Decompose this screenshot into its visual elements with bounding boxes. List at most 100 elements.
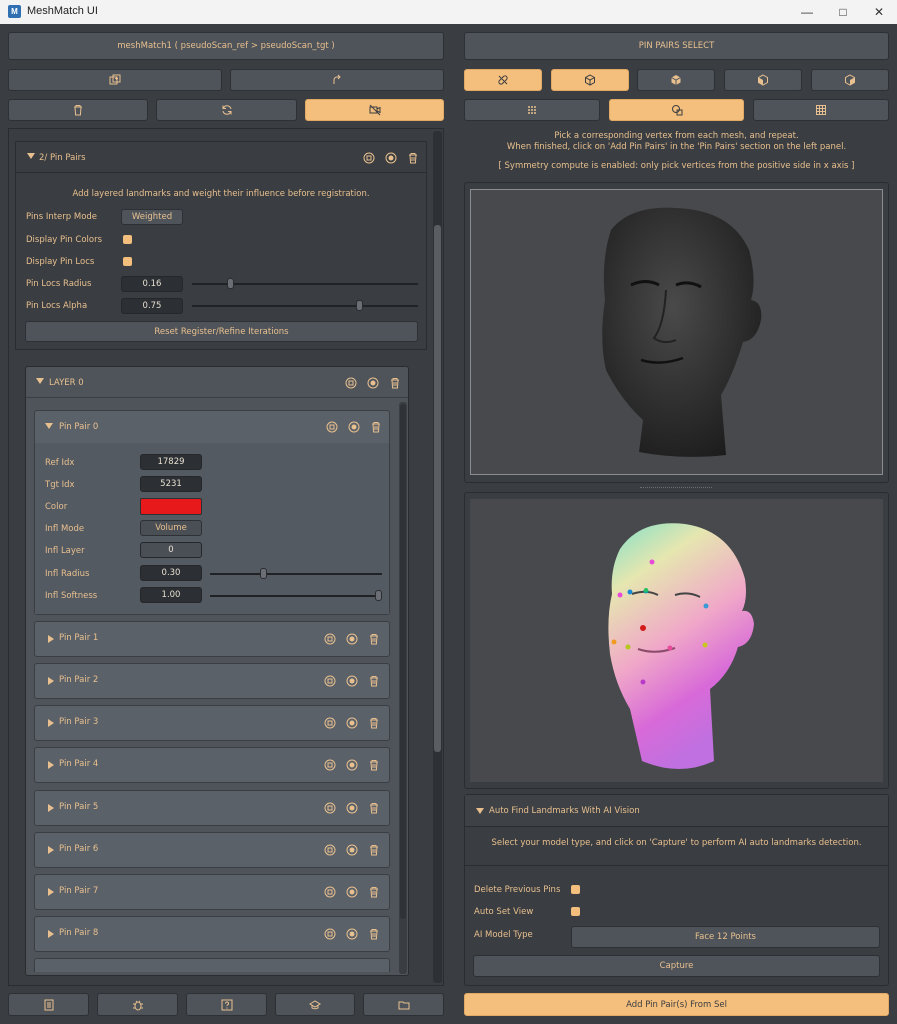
layer-scrollbar-thumb[interactable] — [400, 404, 406, 919]
pin-pair-row[interactable]: Pin Pair 2 — [34, 663, 390, 699]
pin-pair-row[interactable]: Pin Pair 7 — [34, 874, 390, 910]
infl-softness-slider-knob[interactable] — [375, 590, 382, 601]
unlink-button[interactable] — [464, 69, 542, 91]
maximize-button[interactable]: □ — [825, 0, 861, 24]
info-icon[interactable] — [323, 716, 336, 729]
add-pin-pairs-button[interactable]: Add Pin Pair(s) From Sel — [464, 993, 889, 1016]
infl-softness-slider[interactable] — [210, 595, 382, 597]
cube-right-button[interactable] — [811, 69, 889, 91]
target-viewport[interactable] — [470, 499, 883, 782]
table-grid-button[interactable] — [753, 99, 889, 121]
pin-pair-header-icons — [323, 885, 380, 898]
target-icon[interactable] — [366, 376, 379, 389]
rebind-button[interactable] — [230, 69, 444, 91]
target-icon[interactable] — [347, 420, 360, 433]
infl-softness-field[interactable]: 1.00 — [140, 587, 202, 603]
auto-set-view-checkbox[interactable] — [571, 907, 580, 916]
info-icon[interactable] — [344, 376, 357, 389]
help-button[interactable] — [186, 993, 267, 1016]
info-icon[interactable] — [323, 632, 336, 645]
infl-radius-field[interactable]: 0.30 — [140, 565, 202, 581]
capture-button[interactable]: Capture — [473, 955, 880, 977]
info-icon[interactable] — [325, 420, 338, 433]
trash-icon[interactable] — [406, 151, 419, 164]
trash-icon[interactable] — [367, 801, 380, 814]
pin-locs-radius-slider-knob[interactable] — [227, 278, 235, 289]
pin-pair-0-title: Pin Pair 0 — [59, 422, 99, 432]
pin-locs-alpha-slider-knob[interactable] — [356, 300, 364, 311]
delete-previous-pins-checkbox[interactable] — [571, 885, 580, 894]
tutorial-button[interactable] — [275, 993, 355, 1016]
shapes-button[interactable] — [609, 99, 744, 121]
pin-locs-radius-slider[interactable] — [192, 283, 418, 285]
cube-left-button[interactable] — [724, 69, 802, 91]
pin-pair-row[interactable]: Pin Pair 6 — [34, 832, 390, 868]
cube-wireframe-button[interactable] — [551, 69, 629, 91]
mesh-match-header[interactable]: meshMatch1 ( pseudoScan_ref > pseudoScan… — [8, 32, 444, 60]
refresh-button[interactable] — [156, 99, 297, 121]
pin-pair-row[interactable]: Pin Pair 4 — [34, 747, 390, 783]
target-icon[interactable] — [345, 674, 358, 687]
trash-icon[interactable] — [367, 716, 380, 729]
grid-dots-button[interactable] — [464, 99, 600, 121]
infl-radius-slider-knob[interactable] — [259, 568, 267, 579]
open-folder-button[interactable] — [363, 993, 444, 1016]
display-pin-locs-checkbox[interactable] — [123, 257, 132, 266]
delete-button[interactable] — [8, 99, 148, 121]
toggle-camera-button[interactable] — [305, 99, 444, 121]
reset-iterations-button[interactable]: Reset Register/Refine Iterations — [25, 321, 418, 342]
viewport-splitter[interactable] — [640, 487, 712, 488]
info-icon[interactable] — [323, 885, 336, 898]
trash-icon[interactable] — [367, 843, 380, 856]
ref-idx-field[interactable]: 17829 — [140, 454, 202, 470]
target-icon[interactable] — [345, 801, 358, 814]
trash-icon[interactable] — [367, 758, 380, 771]
info-icon[interactable] — [323, 927, 336, 940]
close-window-button[interactable]: ✕ — [861, 0, 897, 24]
documentation-button[interactable] — [8, 993, 89, 1016]
target-icon[interactable] — [345, 758, 358, 771]
pin-locs-radius-field[interactable]: 0.16 — [121, 276, 183, 292]
info-icon[interactable] — [323, 801, 336, 814]
pin-pair-title: Pin Pair 2 — [59, 675, 99, 685]
color-swatch[interactable] — [140, 498, 202, 515]
left-scrollbar-thumb[interactable] — [434, 225, 441, 752]
duplicate-button[interactable] — [8, 69, 222, 91]
pin-locs-alpha-field[interactable]: 0.75 — [121, 298, 183, 314]
pin-pair-row[interactable]: Pin Pair 5 — [34, 790, 390, 826]
ai-model-type-select[interactable]: Face 12 Points — [571, 926, 880, 948]
trash-icon[interactable] — [369, 420, 382, 433]
cube-solid-button[interactable] — [637, 69, 715, 91]
pin-pair-row[interactable]: Pin Pair 8 — [34, 916, 390, 952]
pin-pair-row-partial[interactable] — [34, 958, 390, 972]
target-icon[interactable] — [345, 843, 358, 856]
pin-pair-row[interactable]: Pin Pair 3 — [34, 705, 390, 741]
info-icon[interactable] — [323, 843, 336, 856]
target-icon[interactable] — [345, 716, 358, 729]
target-icon[interactable] — [384, 151, 397, 164]
trash-icon[interactable] — [367, 674, 380, 687]
duplicate-icon — [109, 74, 121, 86]
pin-pair-row[interactable]: Pin Pair 1 — [34, 621, 390, 657]
infl-mode-select[interactable]: Volume — [140, 520, 202, 536]
pin-pairs-select-header[interactable]: PIN PAIRS SELECT — [464, 32, 889, 60]
display-pin-colors-checkbox[interactable] — [123, 235, 132, 244]
infl-layer-field[interactable]: 0 — [140, 542, 202, 558]
debug-button[interactable] — [97, 993, 178, 1016]
target-icon[interactable] — [345, 927, 358, 940]
info-icon[interactable] — [362, 151, 375, 164]
trash-icon[interactable] — [367, 632, 380, 645]
trash-icon[interactable] — [388, 376, 401, 389]
info-icon[interactable] — [323, 674, 336, 687]
info-icon[interactable] — [323, 758, 336, 771]
tgt-idx-field[interactable]: 5231 — [140, 476, 202, 492]
pins-interp-mode-select[interactable]: Weighted — [121, 209, 183, 225]
target-icon[interactable] — [345, 632, 358, 645]
pin-locs-alpha-slider[interactable] — [192, 305, 418, 307]
reference-viewport[interactable] — [470, 189, 883, 475]
infl-radius-slider[interactable] — [210, 573, 382, 575]
trash-icon[interactable] — [367, 927, 380, 940]
minimize-button[interactable]: — — [789, 0, 825, 24]
target-icon[interactable] — [345, 885, 358, 898]
trash-icon[interactable] — [367, 885, 380, 898]
